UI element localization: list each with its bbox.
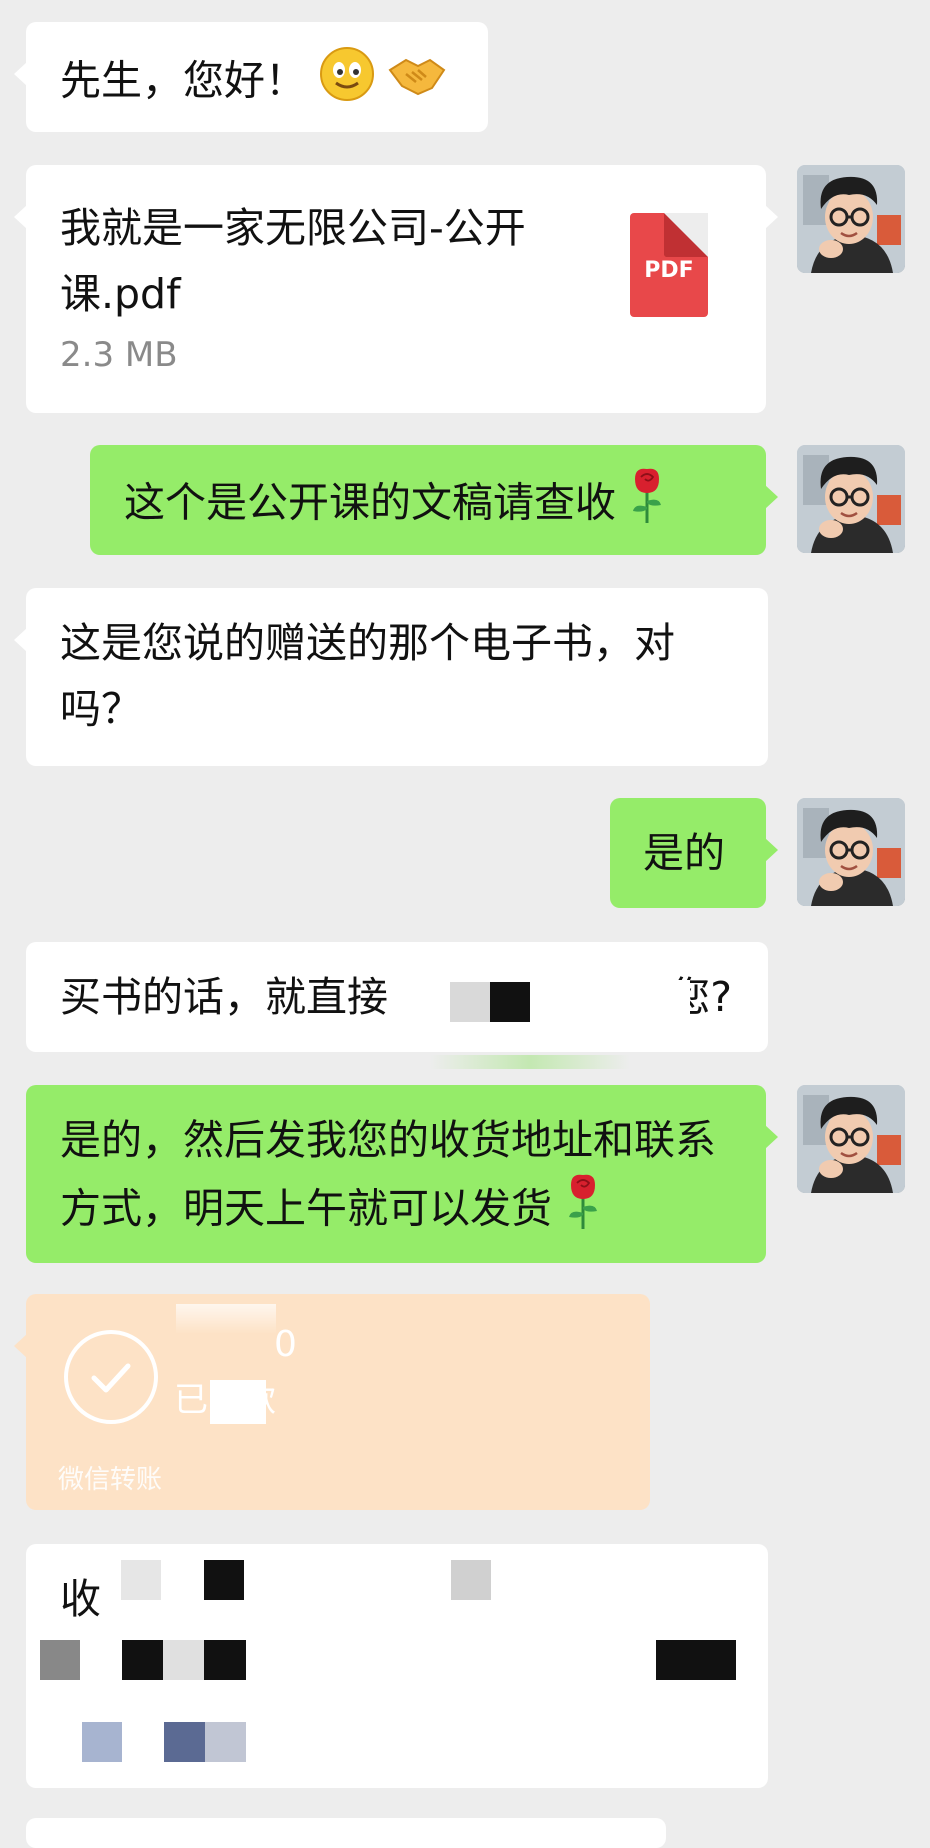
rose-emoji-icon (565, 1173, 601, 1250)
message-text-start: 收 (60, 1575, 101, 1623)
redaction-block (556, 980, 690, 1024)
message-text: 是的，然后发我您的收货地址和联系方式，明天上午就可以发货 (60, 1116, 716, 1233)
message-text: 是的 (643, 829, 725, 877)
incoming-message-greeting[interactable]: 先生，您好！ (14, 22, 488, 132)
incoming-message-address-redacted[interactable]: 收 (26, 1544, 768, 1788)
smile-emoji-icon (319, 46, 375, 121)
pdf-file-icon: PDF (630, 213, 708, 317)
redaction-block (164, 1722, 246, 1762)
pdf-badge-label: PDF (644, 258, 694, 283)
next-message-partial[interactable] (26, 1818, 666, 1848)
message-text-start: 买书的话，就直接 (60, 973, 388, 1021)
redaction-block (451, 1560, 491, 1600)
redaction-block (122, 1640, 246, 1680)
redaction-block (82, 1722, 122, 1762)
outgoing-message-document[interactable]: 这个是公开课的文稿请查收 (90, 445, 778, 555)
message-text: 这个是公开课的文稿请查收 (124, 478, 616, 527)
avatar[interactable] (797, 798, 905, 906)
avatar[interactable] (797, 1085, 905, 1193)
outgoing-message-yes[interactable]: 是的 (610, 798, 778, 908)
redaction-block (450, 982, 550, 1022)
incoming-message-question[interactable]: 这是您说的赠送的那个电子书，对吗？ (14, 588, 768, 766)
redaction-block (121, 1560, 161, 1600)
avatar[interactable] (797, 445, 905, 553)
incoming-message-buy-book[interactable]: 买书的话，就直接 您? (26, 942, 768, 1052)
redaction-block (210, 1380, 266, 1424)
rose-emoji-icon (629, 467, 665, 544)
message-text: 这是您说的赠送的那个电子书，对吗？ (60, 619, 675, 733)
handshake-emoji-icon (388, 51, 446, 117)
outgoing-message-address[interactable]: 是的，然后发我您的收货地址和联系方式，明天上午就可以发货 (26, 1085, 778, 1263)
redaction-block (176, 1304, 276, 1334)
file-name: 我就是一家无限公司-公开课.pdf (60, 204, 526, 318)
check-circle-icon (64, 1330, 158, 1424)
redaction-block (656, 1640, 736, 1680)
redaction-smudge (430, 1055, 630, 1069)
transfer-type-label: 微信转账 (58, 1465, 163, 1495)
file-message[interactable]: 我就是一家无限公司-公开课.pdf 2.3 MB PDF (14, 165, 778, 413)
transfer-card[interactable]: 0 已收款 微信转账 (14, 1294, 650, 1510)
message-text: 先生，您好！ (60, 56, 306, 105)
file-size: 2.3 MB (60, 335, 178, 375)
redaction-block (204, 1560, 244, 1600)
transfer-amount: 0 (274, 1324, 297, 1365)
avatar[interactable] (797, 165, 905, 273)
redaction-block (40, 1640, 80, 1680)
